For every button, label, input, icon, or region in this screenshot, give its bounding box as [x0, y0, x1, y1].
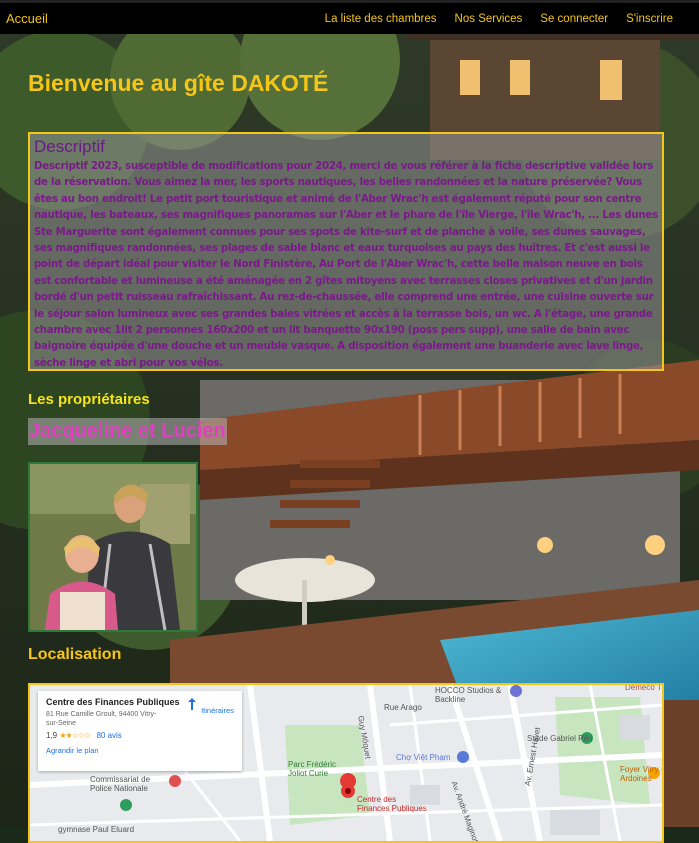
page-title: Bienvenue au gîte DAKOTÉ	[28, 70, 329, 96]
map-label-pin: Centre des Finances Publiques	[357, 795, 427, 813]
enlarge-map-link[interactable]: Agrandir le plan	[46, 746, 234, 755]
map-label-gymnase: gymnase Paul Eluard	[58, 825, 135, 834]
descriptif-box: Descriptif Descriptif 2023, susceptible …	[28, 132, 664, 371]
owners-names: Jacqueline et Lucien	[28, 418, 227, 445]
map-label-arago: Rue Arago	[384, 703, 422, 712]
map-label-demeco: Demeco TELLOT	[625, 683, 662, 692]
descriptif-title: Descriptif	[34, 137, 105, 156]
nav-link-rooms[interactable]: La liste des chambres	[325, 13, 437, 25]
map-label-foyer: Foyer Vitry - Les Ardoines	[620, 765, 664, 783]
place-card: Centre des Finances Publiques 81 Rue Cam…	[38, 691, 242, 771]
nav-link-login[interactable]: Se connecter	[540, 13, 608, 25]
rating-stars-icon: ★★☆☆☆	[59, 731, 91, 740]
place-address: 81 Rue Camille Groult, 94400 Vitry-sur-S…	[46, 711, 157, 727]
directions-button[interactable]: Itinéraires	[185, 697, 234, 715]
rating-value: 1,9	[46, 731, 58, 740]
owners-photo	[28, 462, 198, 632]
map-label-hocco: HOCCO Studios & Backline	[435, 686, 502, 704]
nav-link-register[interactable]: S'inscrire	[626, 13, 673, 25]
nav-links: La liste des chambres Nos Services Se co…	[325, 13, 673, 25]
localisation-title: Localisation	[28, 646, 122, 663]
place-rating: 1,9 ★★☆☆☆ 80 avis	[46, 731, 234, 740]
home-link[interactable]: Accueil	[6, 11, 48, 26]
map-label-commissariat: Commissariat de Police Nationale	[90, 775, 151, 793]
map-label-parc: Parc Frédéric Joliot Curie	[288, 760, 337, 778]
map-embed[interactable]: Rue Arago HOCCO Studios & Backline Demec…	[28, 683, 664, 843]
owners-title: Les propriétaires	[28, 391, 150, 408]
directions-icon	[187, 698, 196, 710]
nav-link-services[interactable]: Nos Services	[455, 13, 523, 25]
navbar: Accueil La liste des chambres Nos Servic…	[0, 0, 699, 34]
map-label-cho: Chợ Việt Phạm	[396, 753, 451, 762]
directions-label: Itinéraires	[201, 706, 234, 715]
descriptif-text: Descriptif 2023, susceptible de modifica…	[34, 161, 658, 369]
reviews-link[interactable]: 80 avis	[96, 731, 121, 740]
